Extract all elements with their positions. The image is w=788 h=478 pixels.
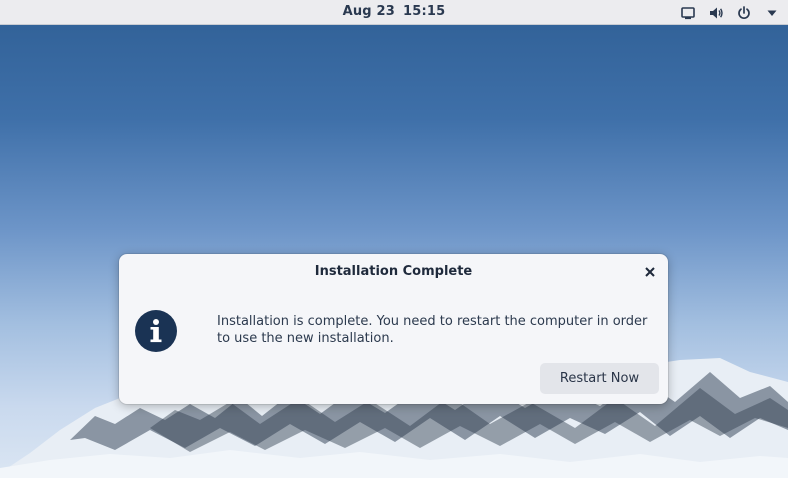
menu-arrow-icon[interactable] bbox=[764, 5, 780, 21]
date-label: Aug 23 bbox=[342, 4, 396, 19]
restart-now-button[interactable]: Restart Now bbox=[540, 363, 659, 394]
clock[interactable]: Aug 23 15:15 bbox=[0, 0, 788, 25]
system-tray[interactable] bbox=[680, 0, 780, 25]
dialog-message: Installation is complete. You need to re… bbox=[217, 314, 648, 346]
display-icon[interactable] bbox=[680, 5, 696, 21]
close-icon bbox=[645, 267, 655, 277]
close-button[interactable] bbox=[642, 264, 658, 280]
dialog-title: Installation Complete bbox=[314, 264, 473, 279]
desktop-background bbox=[0, 0, 788, 478]
volume-icon[interactable] bbox=[708, 5, 724, 21]
top-bar: Aug 23 15:15 bbox=[0, 0, 788, 25]
installation-complete-dialog: Installation Complete Installation is co… bbox=[119, 254, 668, 404]
info-icon bbox=[135, 310, 177, 352]
power-icon[interactable] bbox=[736, 5, 752, 21]
time-label: 15:15 bbox=[403, 4, 446, 19]
